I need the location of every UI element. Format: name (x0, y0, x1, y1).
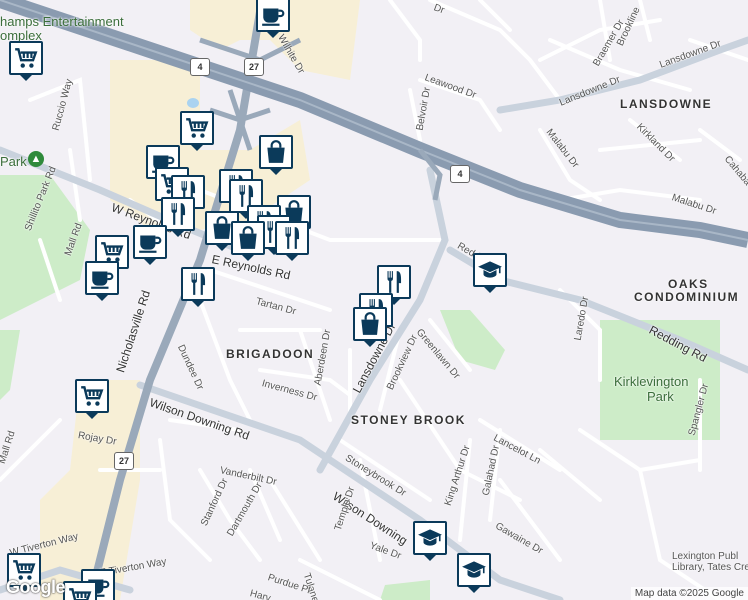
poi-marker-cap[interactable] (413, 521, 447, 561)
area-label-lansdowne: LANSDOWNE (620, 97, 713, 111)
cart-icon (67, 585, 93, 600)
poi-kirklevington: Kirklevington (614, 374, 689, 389)
cap-icon (417, 525, 443, 551)
poi-marker-fork-knife[interactable] (275, 221, 309, 261)
bag-icon (235, 225, 261, 251)
area-label-condominium: CONDOMINIUM (634, 290, 740, 304)
area-label-brigadoon: BRIGADOON (226, 347, 315, 361)
route-4-shield-top: 4 (190, 58, 210, 76)
area-label-stoney-brook: STONEY BROOK (351, 413, 466, 427)
area-label-oaks: OAKS (668, 277, 709, 291)
fork-knife-icon (185, 271, 211, 297)
poi-kirklevington-park: Park (647, 389, 674, 404)
map-viewport[interactable]: LANSDOWNE OAKS CONDOMINIUM BRIGADOON STO… (0, 0, 748, 600)
cap-icon (461, 557, 487, 583)
cart-icon (79, 383, 105, 409)
map-attribution: Map data ©2025 Google (630, 587, 748, 600)
fork-knife-icon (381, 269, 407, 295)
us-27-shield-bottom: 27 (114, 452, 134, 470)
poi-champs-line1: hamps Entertainment (0, 14, 124, 29)
poi-library: Lexington Publ Library, Tates Cree (672, 551, 748, 573)
poi-marker-coffee[interactable] (133, 225, 167, 265)
poi-marker-bag[interactable] (231, 221, 265, 261)
bag-icon (263, 139, 289, 165)
coffee-icon (89, 265, 115, 291)
poi-marker-cap[interactable] (473, 253, 507, 293)
route-4-shield-right: 4 (450, 165, 470, 183)
poi-marker-bag[interactable] (353, 307, 387, 347)
poi-marker-cart[interactable] (180, 111, 214, 151)
poi-marker-cart[interactable] (63, 581, 97, 600)
cart-icon (184, 115, 210, 141)
us-27-shield-top: 27 (244, 58, 264, 76)
coffee-icon (260, 2, 286, 28)
bag-icon (357, 311, 383, 337)
poi-marker-cart[interactable] (9, 41, 43, 81)
poi-marker-fork-knife[interactable] (181, 267, 215, 307)
google-logo: Google (6, 577, 66, 597)
cap-icon (477, 257, 503, 283)
pond (187, 98, 199, 108)
poi-marker-bag[interactable] (259, 135, 293, 175)
fork-knife-icon (279, 225, 305, 251)
poi-marker-cart[interactable] (75, 379, 109, 419)
poi-shillito-park: Park (0, 154, 27, 169)
poi-marker-coffee[interactable] (256, 0, 290, 38)
fork-knife-icon (165, 201, 191, 227)
park-marker-icon[interactable]: ▲ (28, 151, 44, 167)
poi-marker-coffee[interactable] (85, 261, 119, 301)
coffee-icon (137, 229, 163, 255)
cart-icon (13, 45, 39, 71)
poi-marker-cap[interactable] (457, 553, 491, 593)
